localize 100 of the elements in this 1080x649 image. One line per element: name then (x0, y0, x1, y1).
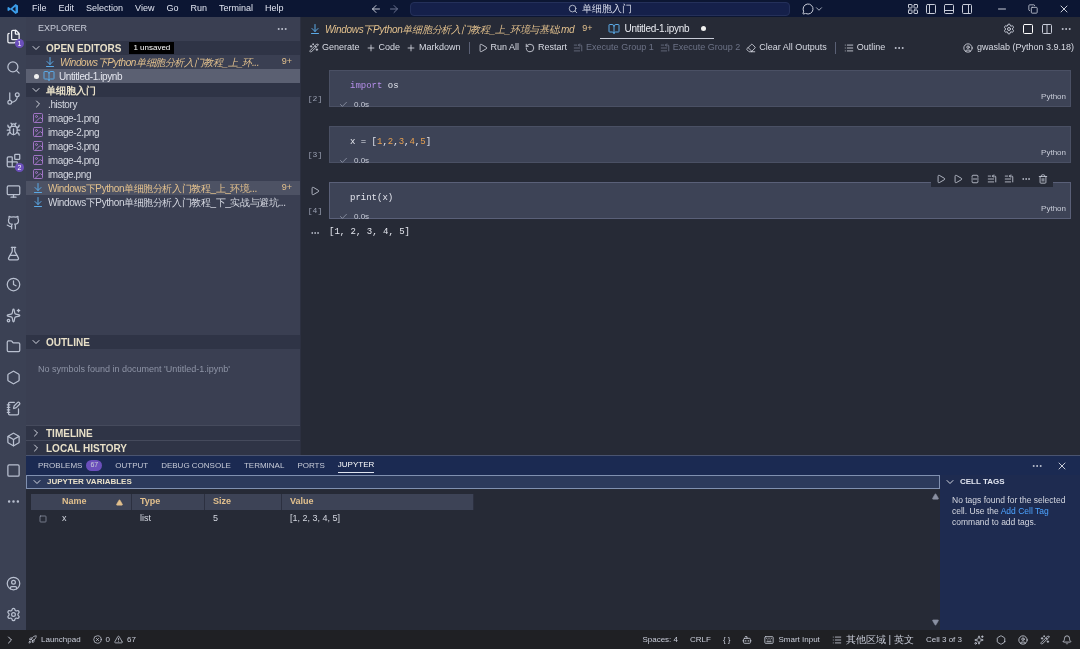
restore-icon[interactable] (1028, 3, 1038, 14)
menu-item[interactable]: File (26, 1, 53, 16)
chat-icon[interactable] (801, 2, 814, 15)
toolbar-button[interactable]: Generate (307, 41, 362, 55)
back-icon[interactable] (369, 2, 382, 15)
tree-row[interactable]: image-2.png (26, 125, 300, 139)
menu-item[interactable]: Go (160, 1, 185, 16)
kernel-picker[interactable]: gwaslab (Python 3.9.18) (962, 41, 1074, 55)
status-item[interactable]: Cell 3 of 3 (925, 633, 962, 646)
execute-group-icon[interactable] (1004, 174, 1014, 184)
execute-group-icon[interactable] (987, 174, 997, 184)
status-item[interactable]: 其他区域 | 英文 (831, 632, 914, 647)
account-icon[interactable] (5, 576, 21, 591)
panel-tab[interactable]: OUTPUT (115, 458, 149, 473)
toolbar-button[interactable]: Clear All Outputs (744, 41, 829, 55)
tree-row[interactable]: image-3.png (26, 139, 300, 153)
menu-item[interactable]: Help (258, 1, 290, 16)
editor-tab[interactable]: Untitled-1.ipynb (600, 19, 715, 39)
clock-icon[interactable] (5, 277, 21, 292)
column-header[interactable]: Type (132, 494, 205, 510)
toolbar-button[interactable]: Run All (475, 41, 522, 55)
tree-row[interactable]: Windows下Python单细胞分析入门教程_下_实战与避坑... (26, 195, 300, 209)
hexagon-icon[interactable] (996, 634, 1006, 645)
wand-icon[interactable] (1040, 634, 1050, 645)
add-cell-tag-link[interactable]: Add Cell Tag (1000, 506, 1049, 516)
split-editor-icon[interactable] (1041, 23, 1053, 35)
column-header[interactable]: Value (282, 494, 474, 510)
bell-icon[interactable] (1062, 634, 1072, 645)
panel-tab[interactable]: TERMINAL (243, 458, 285, 473)
box-icon[interactable] (5, 432, 21, 447)
code-cell[interactable]: x = [1,2,3,4,5] 0.0s Python (329, 126, 1071, 163)
search-icon[interactable] (5, 60, 21, 75)
panel-tab[interactable]: JUPYTER (337, 458, 375, 473)
problems-item[interactable]: 0 67 (92, 633, 136, 646)
editor-tab[interactable]: Windows下Python单细胞分析入门教程_上_环境与基础.md 9+ (301, 19, 601, 39)
section-title[interactable]: TIMELINE (46, 425, 93, 441)
panel-tab[interactable]: PORTS (297, 458, 325, 473)
code-cell[interactable]: import os 0.0s Python (329, 70, 1071, 107)
command-center[interactable]: 单细胞入门 (409, 1, 790, 16)
table-cell-text: list (139, 512, 152, 526)
toolbar-button[interactable]: Outline (841, 41, 888, 55)
github-icon[interactable] (5, 215, 21, 230)
folder-icon[interactable] (5, 339, 21, 354)
files-icon[interactable] (5, 29, 21, 44)
data-viewer-icon[interactable] (38, 515, 47, 523)
status-item[interactable]: { } (722, 633, 731, 646)
open-editor-item[interactable]: Windows下Python单细胞分析入门教程_上_环... 9+ (26, 55, 300, 69)
delete-icon[interactable] (1038, 174, 1048, 184)
sparkle-icon[interactable] (974, 634, 984, 645)
panel-bottom-icon[interactable] (943, 2, 955, 15)
panel-tab[interactable]: DEBUG CONSOLE (161, 458, 231, 473)
menu-item[interactable]: Terminal (212, 1, 259, 16)
tree-row[interactable]: .history (26, 97, 300, 111)
section-title[interactable]: OPEN EDITORS (46, 40, 122, 56)
section-title[interactable]: CELL TAGS (960, 476, 1005, 488)
language-label[interactable]: Python (1041, 203, 1066, 215)
status-item[interactable]: CRLF (690, 633, 711, 646)
status-item[interactable]: Spaces: 4 (642, 633, 678, 646)
menu-item[interactable]: Edit (52, 1, 81, 16)
open-editor-item[interactable]: Untitled-1.ipynb (26, 69, 300, 83)
run-above-icon[interactable] (936, 174, 946, 184)
tree-row[interactable]: image.png (26, 167, 300, 181)
settings-icon[interactable] (5, 607, 21, 622)
toolbar-button[interactable]: Code (363, 41, 403, 55)
sparkle-icon[interactable] (5, 308, 21, 323)
notebook-icon[interactable] (5, 401, 21, 416)
panel-left-icon[interactable] (925, 2, 937, 15)
launchpad-item[interactable]: Launchpad (28, 633, 81, 646)
tree-row[interactable]: image-1.png (26, 111, 300, 125)
column-header[interactable]: Size (205, 494, 282, 510)
menu-item[interactable]: Selection (80, 1, 130, 16)
column-header[interactable]: Name (54, 494, 132, 510)
monitor-icon[interactable] (5, 184, 21, 199)
status-item[interactable]: Smart Input (764, 633, 820, 646)
bug-icon[interactable] (5, 122, 21, 137)
scroll-up-icon[interactable] (931, 493, 939, 500)
section-title[interactable]: OUTLINE (46, 334, 90, 350)
scroll-down-icon[interactable] (931, 619, 939, 626)
run-cell-icon[interactable] (310, 186, 320, 196)
branch-icon[interactable] (5, 91, 21, 106)
flask-icon[interactable] (5, 246, 21, 261)
file-name: image-3.png (48, 139, 100, 154)
section-title[interactable]: JUPYTER VARIABLES (47, 476, 132, 488)
split-cell-icon[interactable] (970, 174, 980, 184)
toolbar-button[interactable]: Restart (523, 41, 570, 55)
hexagon-icon[interactable] (5, 370, 21, 385)
language-label[interactable]: Python (1041, 91, 1066, 103)
layout-icon[interactable] (907, 2, 919, 15)
language-label[interactable]: Python (1041, 147, 1066, 159)
toolbar-button[interactable]: Markdown (404, 41, 463, 55)
tree-row[interactable]: Windows下Python单细胞分析入门教程_上_环境... 9+ (26, 181, 300, 195)
account-icon[interactable] (1018, 634, 1028, 645)
settings-icon[interactable] (1003, 23, 1015, 35)
blocks-icon[interactable] (5, 153, 21, 168)
menu-item[interactable]: Run (184, 1, 213, 16)
panel-right-icon[interactable] (961, 2, 973, 15)
code-cell[interactable]: print(x) 0.0s Python (329, 182, 1071, 219)
tree-row[interactable]: image-4.png (26, 153, 300, 167)
run-below-icon[interactable] (953, 174, 963, 184)
menu-item[interactable]: View (129, 1, 161, 16)
